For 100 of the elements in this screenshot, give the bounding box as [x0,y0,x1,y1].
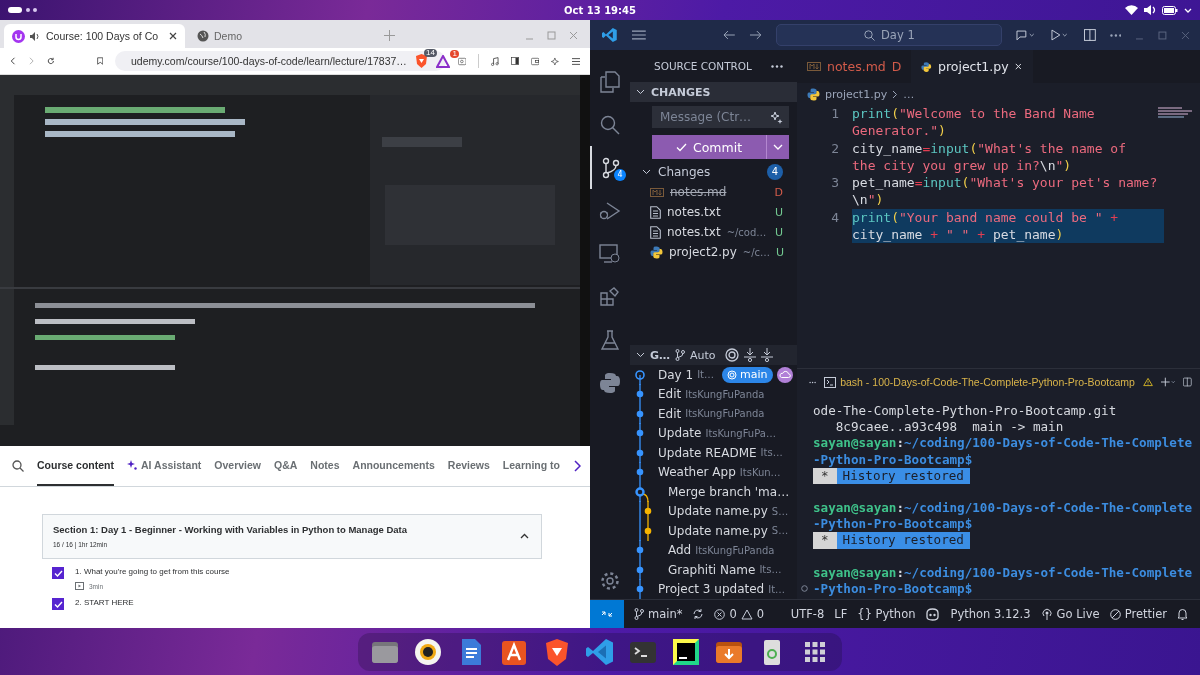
commit-item[interactable]: Day 1 It… main [630,365,797,385]
changed-file-item[interactable]: notes.txt ~/cod… U [630,222,797,242]
checkbox[interactable] [52,567,64,579]
commit-item[interactable]: Update name.py S… [630,501,797,521]
branch-status[interactable]: main* [634,607,683,621]
breadcrumb-item[interactable]: project1.py [825,87,888,101]
commit-message-field[interactable]: Message (Ctr… [652,106,789,128]
checkbox[interactable] [52,598,64,610]
branch-badge: main [722,366,773,383]
bookmark-icon[interactable] [96,55,103,67]
go-live-button[interactable]: Go Live [1040,607,1100,621]
code-line: print("Welcome to the Band Name Generator.") [852,105,1096,139]
search-icon[interactable] [12,460,24,472]
workspace-indicator-icon[interactable] [8,6,38,14]
commit-message: Project 3 updated [658,582,765,597]
commit-item[interactable]: Edit ItsKungFuPanda [630,404,797,424]
split-editor-icon[interactable] [1083,29,1096,41]
notifications-icon[interactable] [1177,608,1188,620]
commit-item[interactable]: Weather App ItsKun… [630,462,797,482]
commit-item[interactable]: Merge branch 'ma… [630,482,797,502]
run-icon[interactable] [1050,29,1070,41]
editor-tab[interactable]: notes.md D [797,50,912,83]
back-icon[interactable] [722,30,736,40]
speaker-icon[interactable] [30,31,41,41]
commit-item[interactable]: Graphiti Name Its… [630,560,797,580]
breadcrumb-item[interactable]: … [903,87,915,101]
course-tab[interactable]: Announcements [352,446,435,486]
chat-sparkle-icon[interactable] [1016,29,1037,41]
more-icon[interactable] [1109,33,1122,37]
changed-file-item[interactable]: notes.md D [630,182,797,202]
course-tab[interactable]: Learning to [502,446,560,486]
status-item[interactable]: {} Python [857,607,916,621]
commit-item[interactable]: Update name.py S… [630,521,797,541]
chevron-icon[interactable] [520,533,529,539]
course-tab[interactable]: Overview [214,446,261,486]
sync-icon[interactable] [692,608,705,620]
sidebar-icon[interactable] [510,55,519,67]
command-search-field[interactable]: Day 1 [776,24,1003,46]
target-icon[interactable] [724,348,739,362]
problems-status[interactable]: 0 0 [714,607,765,621]
editor-tab[interactable]: project1.py [911,50,1034,83]
course-tab[interactable]: Course content [37,446,114,486]
status-item[interactable]: LF [834,607,848,621]
check-icon [675,142,687,152]
commit-item[interactable]: Project 3 updated It… [630,579,797,599]
changed-file-item[interactable]: project2.py ~/c… U [630,242,797,262]
ide-icon[interactable] [671,636,701,667]
wallet-icon[interactable] [531,55,540,67]
sparkle-icon[interactable] [770,110,783,124]
commit-item[interactable]: Update README Its… [630,443,797,463]
commit-item[interactable]: Add ItsKungFuPanda [630,540,797,560]
clock[interactable]: Oct 13 19:45 [564,4,636,16]
commit-button[interactable]: Commit [652,135,767,159]
status-item[interactable]: Python 3.12.3 [950,607,1031,621]
changed-file-item[interactable]: notes.txt U [630,202,797,222]
fetch-icon[interactable] [743,348,756,362]
add-terminal-icon[interactable] [1160,376,1176,388]
course-tab[interactable]: Notes [310,446,340,486]
back-icon[interactable] [10,55,17,67]
menu-icon[interactable] [571,55,581,67]
lecture-title[interactable]: 2. START HERE [75,598,134,607]
pull-icon[interactable] [760,348,773,362]
warning-icon[interactable] [1142,376,1153,388]
more-icon[interactable] [771,64,783,68]
changes-section-header[interactable]: CHANGES [630,82,797,102]
search-page-icon[interactable] [457,55,467,67]
close-icon[interactable] [169,32,177,40]
lecture-title[interactable]: 1. What you're going to get from this course [75,567,230,576]
lion-shield-icon[interactable] [414,54,428,68]
browser-tab[interactable]: Demo [189,24,370,48]
terminal-icon [824,376,837,388]
reload-icon[interactable] [46,55,55,67]
browser-tab[interactable]: Course: 100 Days of Co [4,24,185,48]
commit-item[interactable]: Update ItsKungFuPa… [630,423,797,443]
chevron-right-icon[interactable] [573,460,581,472]
copilot-icon[interactable] [925,607,941,621]
battery-icon [1162,5,1178,15]
course-tab[interactable]: Q&A [274,446,298,486]
forward-icon[interactable] [749,30,763,40]
commit-item[interactable]: Edit ItsKungFuPanda [630,384,797,404]
course-tab[interactable]: Reviews [447,446,490,486]
count-badge: 4 [614,169,626,181]
music-icon[interactable] [490,54,499,68]
terminal-tab[interactable]: bash - 100-Days-of-Code-The-Complete-Python-Pro-Bootcamp [824,376,1135,388]
course-tab[interactable]: AI Assistant [127,446,202,486]
more-icon[interactable] [809,380,817,384]
panel-title: SOURCE CONTROL [654,60,752,72]
speaker-app-icon[interactable] [413,636,443,667]
split-terminal-icon[interactable] [1183,376,1192,388]
status-item[interactable]: UTF-8 [790,607,825,621]
sparkle-icon[interactable] [551,54,560,68]
triangle-icon[interactable] [435,54,450,68]
changes-group-header[interactable]: Changes 4 [630,162,797,182]
graph-mode[interactable]: Auto [690,348,716,362]
vscode-logo-icon [602,27,618,43]
graph-section-header[interactable]: G… Auto [630,345,797,365]
vscode-icon[interactable] [585,636,615,667]
settings-icon[interactable] [600,571,620,591]
menu-icon[interactable] [631,30,646,40]
prettier-status[interactable]: Prettier [1109,607,1167,621]
